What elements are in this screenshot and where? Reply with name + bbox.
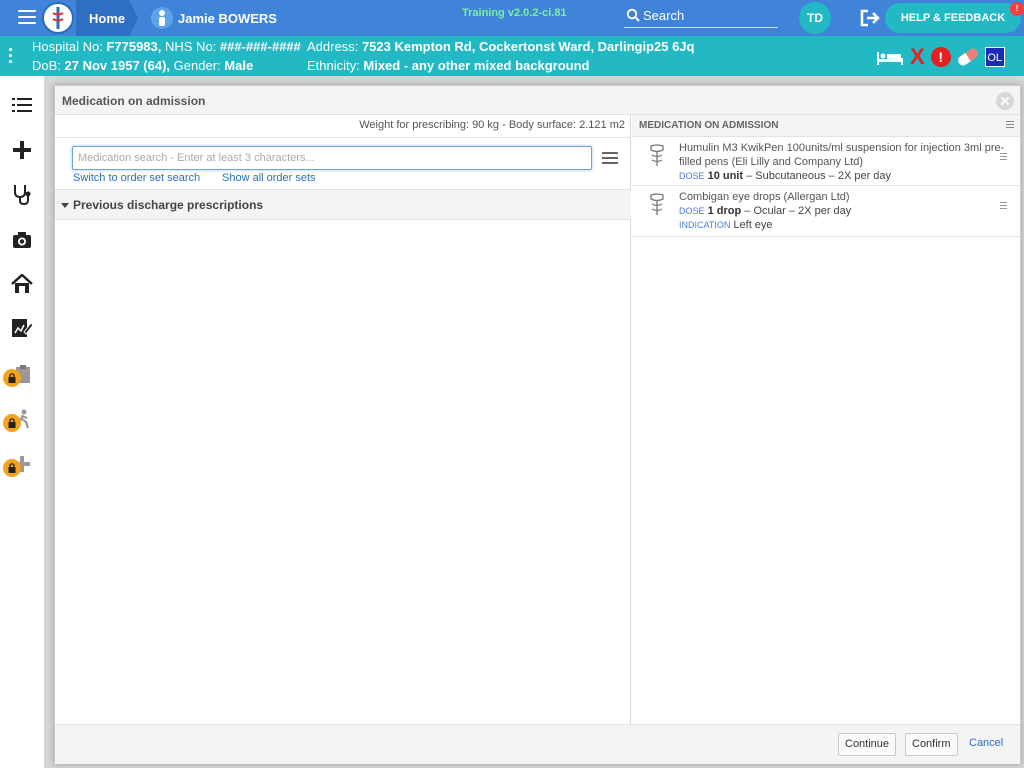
list-menu-icon[interactable]	[1006, 121, 1014, 129]
ol-badge[interactable]: OL	[984, 47, 1005, 67]
medication-item[interactable]: Humulin M3 KwikPen 100units/ml suspensio…	[632, 137, 1020, 186]
medication-search-input[interactable]	[72, 146, 592, 170]
chart-edit-icon[interactable]	[0, 307, 44, 349]
list-icon[interactable]	[0, 84, 44, 126]
search-label[interactable]: Search	[643, 8, 684, 23]
item-menu-icon[interactable]	[1000, 153, 1007, 162]
medication-modal: Medication on admission Weight for presc…	[54, 85, 1021, 764]
medication-name: Humulin M3 KwikPen 100units/ml suspensio…	[679, 142, 1005, 168]
caret-down-icon	[61, 203, 69, 209]
modal-footer: Continue Confirm Cancel	[55, 724, 1020, 764]
medication-item[interactable]: Combigan eye drops (Allergan Ltd) DOSE 1…	[632, 186, 1020, 237]
modal-title: Medication on admission	[55, 86, 1020, 115]
patient-ethnicity: Ethnicity: Mixed - any other mixed backg…	[307, 58, 590, 73]
confirm-button[interactable]: Confirm	[905, 733, 958, 756]
admission-medication-header: MEDICATION ON ADMISSION	[632, 115, 1020, 137]
show-all-order-sets-link[interactable]: Show all order sets	[222, 172, 316, 184]
item-menu-icon[interactable]	[1000, 202, 1007, 211]
search-pane: Weight for prescribing: 90 kg - Body sur…	[55, 115, 631, 724]
x-alert-icon[interactable]: X	[910, 46, 925, 68]
home-link[interactable]: Home	[89, 11, 125, 26]
version-label: Training v2.0.2-ci.81	[462, 7, 567, 19]
top-bar: Home Jamie BOWERS Training v2.0.2-ci.81 …	[0, 0, 1024, 36]
switch-order-set-link[interactable]: Switch to order set search	[73, 172, 200, 184]
search-options-menu-icon[interactable]	[602, 152, 618, 164]
hospital-number: Hospital No: F775983, NHS No: ###-###-##…	[32, 39, 301, 54]
cancel-button[interactable]: Cancel	[969, 737, 1003, 749]
help-feedback-button[interactable]: HELP & FEEDBACK	[885, 3, 1021, 33]
lock-icon	[3, 414, 21, 432]
dose-tag: DOSE	[679, 171, 705, 181]
weight-info: Weight for prescribing: 90 kg - Body sur…	[359, 119, 625, 131]
patient-dob: DoB: 27 Nov 1957 (64), Gender: Male	[32, 58, 254, 73]
notification-badge: !	[1010, 2, 1024, 16]
indication-value: Left eye	[733, 219, 773, 231]
dose-tag: DOSE	[679, 206, 705, 216]
side-navigation	[0, 76, 44, 768]
continue-button[interactable]: Continue	[838, 733, 897, 756]
admission-medication-pane: MEDICATION ON ADMISSION Humulin M3 KwikP…	[632, 115, 1020, 724]
hamburger-menu-icon[interactable]	[18, 10, 36, 26]
pill-icon[interactable]	[955, 46, 980, 68]
house-icon[interactable]	[0, 263, 44, 305]
dose-value: 1 drop	[707, 205, 742, 217]
previous-discharge-section[interactable]: Previous discharge prescriptions	[55, 189, 631, 220]
dose-value: 10 unit	[707, 170, 744, 182]
plus-icon[interactable]	[0, 129, 44, 171]
logout-icon[interactable]	[860, 9, 880, 27]
close-icon[interactable]	[996, 92, 1014, 110]
route-frequency: – Subcutaneous – 2X per day	[746, 170, 892, 182]
patient-icon	[151, 7, 173, 29]
indication-tag: INDICATION	[679, 220, 731, 230]
app-logo[interactable]	[42, 2, 74, 34]
patient-address: Address: 7523 Kempton Rd, Cockertonst Wa…	[307, 39, 695, 54]
medication-name: Combigan eye drops (Allergan Ltd)	[679, 191, 850, 203]
patient-name-link[interactable]: Jamie BOWERS	[178, 11, 277, 26]
patient-menu-icon[interactable]	[9, 48, 13, 66]
search-icon	[626, 8, 640, 22]
stethoscope-icon[interactable]	[0, 173, 44, 215]
alert-icon[interactable]: !	[930, 47, 951, 67]
medication-icon	[650, 144, 664, 166]
user-avatar[interactable]: TD	[799, 2, 831, 34]
camera-icon[interactable]	[0, 219, 44, 261]
patient-banner: Hospital No: F775983, NHS No: ###-###-##…	[0, 36, 1024, 76]
lock-icon	[3, 369, 21, 387]
route-frequency: – Ocular – 2X per day	[744, 205, 852, 217]
medication-icon	[650, 193, 664, 215]
bed-icon[interactable]	[876, 50, 904, 65]
lock-icon	[3, 459, 21, 477]
